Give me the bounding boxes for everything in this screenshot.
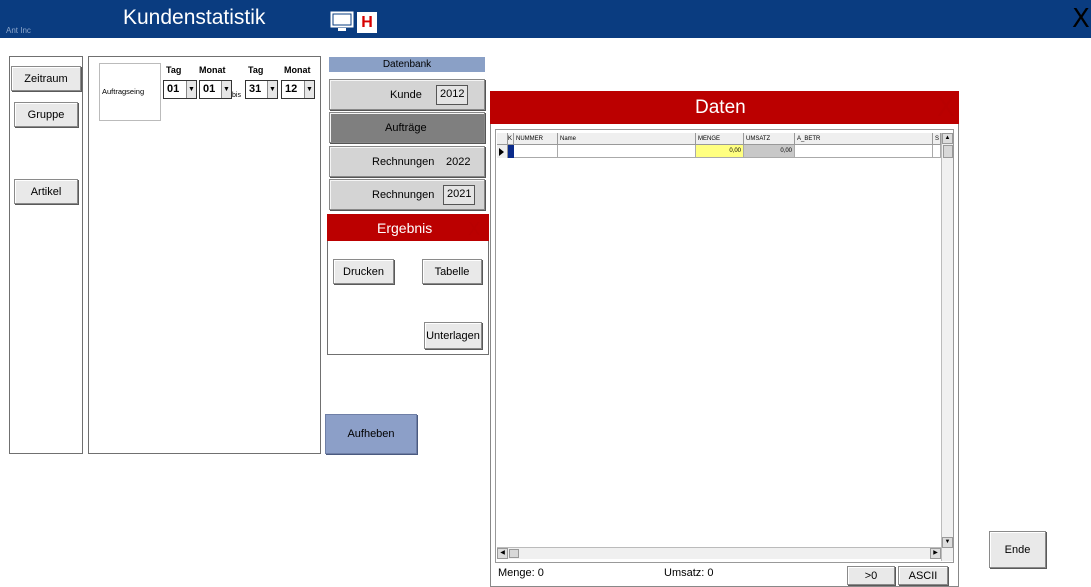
rechnungen-2021-button[interactable]: Rechnungen 2021	[329, 179, 485, 210]
cell-s[interactable]	[933, 145, 941, 158]
chevron-down-icon[interactable]: ▼	[221, 81, 231, 98]
from-month-value: 01	[203, 83, 216, 95]
status-umsatz: Umsatz: 0	[664, 567, 714, 579]
row-indicator[interactable]	[497, 145, 508, 158]
to-month-value: 12	[285, 83, 298, 95]
status-menge: Menge: 0	[498, 567, 544, 579]
column-header-a-betr[interactable]: A_BETR	[795, 133, 933, 145]
rechnungen-2022-label: Rechnungen	[372, 156, 435, 168]
artikel-button[interactable]: Artikel	[14, 179, 78, 204]
scroll-down-icon[interactable]: ▼	[942, 537, 953, 548]
drucken-button[interactable]: Drucken	[333, 259, 394, 284]
bis-label: bis	[232, 92, 241, 99]
close-app-icon[interactable]: X	[1072, 4, 1090, 34]
title-small-text: Ant Inc	[6, 26, 31, 35]
ergebnis-title: Ergebnis	[377, 220, 433, 236]
header-monat-from: Monat	[199, 65, 226, 75]
cell-name[interactable]	[558, 145, 696, 158]
from-day-select[interactable]: 01 ▼	[163, 80, 197, 99]
rechnungen-2022-button[interactable]: Rechnungen 2022	[329, 146, 485, 177]
rechnungen-2021-year-field[interactable]: 2021	[443, 185, 476, 205]
scroll-right-icon[interactable]: ▶	[930, 548, 941, 559]
to-day-select[interactable]: 31 ▼	[245, 80, 278, 99]
daten-title: Daten	[695, 97, 746, 118]
kunde-year-field[interactable]: 2012	[436, 85, 469, 105]
column-header-menge[interactable]: MENGE	[696, 133, 744, 145]
column-header-umsatz[interactable]: UMSATZ	[744, 133, 795, 145]
ascii-button[interactable]: ASCII	[898, 566, 948, 585]
cell-nummer[interactable]	[514, 145, 558, 158]
cell-umsatz[interactable]: 0,00	[744, 145, 795, 158]
auftrag-label: Auftragseing	[102, 87, 145, 96]
unterlagen-button[interactable]: Unterlagen	[424, 322, 482, 349]
ergebnis-close-icon[interactable]: X	[468, 219, 480, 240]
kunde-label: Kunde	[390, 89, 422, 101]
column-header-nummer[interactable]: NUMMER	[514, 133, 558, 145]
to-month-select[interactable]: 12 ▼	[281, 80, 315, 99]
tabelle-button[interactable]: Tabelle	[422, 259, 482, 284]
column-header-name[interactable]: Name	[558, 133, 696, 145]
scroll-left-icon[interactable]: ◀	[497, 548, 508, 559]
help-icon[interactable]: H	[357, 12, 377, 33]
chevron-down-icon[interactable]: ▼	[304, 81, 314, 98]
to-day-value: 31	[249, 83, 262, 95]
rechnungen-2021-label: Rechnungen	[372, 189, 435, 201]
app-title: Kundenstatistik	[123, 6, 266, 29]
title-bar: Ant Inc Kundenstatistik H X	[0, 0, 1091, 38]
datenbank-header: Datenbank	[329, 57, 485, 72]
header-tag-to: Tag	[248, 65, 264, 75]
data-grid[interactable]	[495, 129, 954, 563]
vertical-scrollbar[interactable]: ▲ ▼	[941, 133, 953, 561]
header-monat-to: Monat	[284, 65, 311, 75]
aufheben-button[interactable]: Aufheben	[325, 414, 417, 454]
row-indicator-header	[497, 133, 508, 145]
ende-button[interactable]: Ende	[989, 531, 1046, 568]
from-day-value: 01	[167, 83, 180, 95]
daten-close-icon[interactable]: X	[937, 93, 955, 123]
cell-menge[interactable]: 0,00	[696, 145, 744, 158]
from-month-select[interactable]: 01 ▼	[199, 80, 232, 99]
column-header-s[interactable]: S	[933, 133, 941, 145]
scroll-up-icon[interactable]: ▲	[942, 133, 953, 144]
cell-a-betr[interactable]	[795, 145, 933, 158]
rechnungen-2022-year: 2022	[446, 156, 471, 168]
chevron-down-icon[interactable]: ▼	[186, 81, 196, 98]
zeitraum-button[interactable]: Zeitraum	[11, 66, 81, 91]
scroll-thumb-horizontal[interactable]	[509, 549, 519, 558]
chevron-down-icon[interactable]: ▼	[267, 81, 277, 98]
kunde-button[interactable]: Kunde 2012	[329, 79, 485, 110]
header-tag-from: Tag	[166, 65, 182, 75]
scroll-thumb[interactable]	[943, 145, 953, 158]
current-row-icon	[499, 148, 504, 156]
horizontal-scrollbar[interactable]: ◀ ▶	[497, 547, 941, 559]
gruppe-button[interactable]: Gruppe	[14, 102, 78, 127]
monitor-icon[interactable]	[330, 11, 354, 33]
auftraege-button[interactable]: Aufträge	[329, 112, 485, 143]
auftraege-label: Aufträge	[385, 122, 427, 134]
greater-zero-button[interactable]: >0	[847, 566, 895, 585]
